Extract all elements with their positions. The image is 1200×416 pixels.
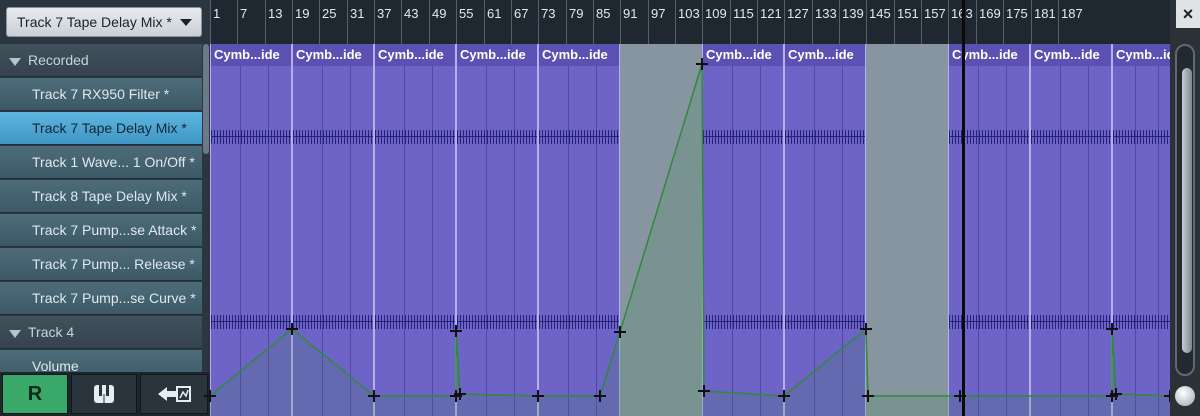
vertical-scrollbar[interactable]	[1175, 44, 1195, 376]
automation-point[interactable]	[1106, 323, 1118, 335]
ruler-label: 25	[322, 6, 337, 21]
timeline-ruler[interactable]: 1 7 13 19 25 31 37 43 49 55 61 67 73 79 85 91 97 103 109 11…	[210, 0, 1176, 44]
automation-lane-item[interactable]: Track 8 Tape Delay Mix *	[0, 180, 202, 213]
automation-lane-item[interactable]: Track 7 Pump...se Attack *	[0, 214, 202, 247]
ruler-label: 97	[651, 6, 666, 21]
track-selector-dropdown[interactable]: Track 7 Tape Delay Mix *	[6, 7, 202, 37]
automation-lane-label: Track 1 Wave... 1 On/Off *	[32, 154, 195, 170]
automation-track-sidebar: Track 7 Tape Delay Mix * Recorded Track …	[0, 0, 210, 416]
ruler-label: 85	[596, 6, 611, 21]
list-header-track-4[interactable]: Track 4	[0, 316, 202, 349]
ruler-label: 49	[432, 6, 447, 21]
ruler-label: 181	[1034, 6, 1056, 21]
ruler-label: 79	[569, 6, 584, 21]
automation-lane-item-selected[interactable]: Track 7 Tape Delay Mix *	[0, 112, 202, 145]
ruler-label: 43	[404, 6, 419, 21]
ruler-label: 109	[705, 6, 727, 21]
zoom-knob[interactable]	[1175, 386, 1195, 406]
chevron-down-icon	[180, 19, 192, 26]
collapse-triangle-icon[interactable]	[9, 58, 21, 66]
list-header-recorded[interactable]: Recorded	[0, 44, 202, 77]
record-button-label: R	[27, 382, 43, 405]
ruler-label: 19	[295, 6, 310, 21]
ruler-label: 67	[514, 6, 529, 21]
ruler-label: 55	[459, 6, 474, 21]
ruler-label: 73	[541, 6, 556, 21]
sidebar-scrollbar[interactable]	[203, 44, 209, 154]
ruler-label: 37	[377, 6, 392, 21]
ruler-label: 31	[350, 6, 365, 21]
ruler-label: 169	[979, 6, 1001, 21]
close-icon[interactable]: ×	[1176, 0, 1200, 28]
route-arrow-icon	[158, 386, 191, 402]
playhead-cursor[interactable]	[962, 0, 965, 416]
bottom-toolbar: R	[0, 372, 210, 416]
ruler-label: 163	[948, 6, 973, 21]
ruler-label: 175	[1006, 6, 1028, 21]
record-button[interactable]: R	[2, 374, 68, 414]
ruler-label: 103	[678, 6, 700, 21]
ruler-label: 151	[897, 6, 919, 21]
automation-lane-label: Track 7 RX950 Filter *	[32, 86, 170, 102]
ruler-label: 145	[869, 6, 891, 21]
automation-lane-label: Track 8 Tape Delay Mix *	[32, 188, 187, 204]
automation-lane-item[interactable]: Track 7 Pump... Release *	[0, 248, 202, 281]
ruler-label: 115	[733, 6, 754, 21]
piano-keys-icon	[94, 385, 114, 403]
route-button[interactable]	[140, 374, 208, 414]
ruler-label: 61	[487, 6, 502, 21]
ruler-label: 7	[240, 6, 248, 21]
track-selector-label: Track 7 Tape Delay Mix *	[17, 14, 172, 30]
automation-lane-label: Track 7 Pump...se Attack *	[32, 222, 197, 238]
ruler-label: 91	[623, 6, 638, 21]
automation-lane-label: Track 7 Pump...se Curve *	[32, 290, 196, 306]
automation-lane-item[interactable]: Track 7 Pump...se Curve *	[0, 282, 202, 315]
ruler-label: 127	[787, 6, 809, 21]
ruler-label: 139	[842, 6, 864, 21]
automation-lane-item[interactable]: Track 1 Wave... 1 On/Off *	[0, 146, 202, 179]
ruler-label: 157	[924, 6, 946, 21]
automation-lane-item[interactable]: Track 7 RX950 Filter *	[0, 78, 202, 111]
automation-point[interactable]	[450, 325, 462, 337]
scrollbar-thumb[interactable]	[1182, 68, 1192, 353]
ruler-label: 121	[760, 6, 782, 21]
keyboard-button[interactable]	[71, 374, 137, 414]
envelope-fill	[210, 64, 1170, 416]
ruler-label: 1	[213, 6, 221, 21]
automation-point[interactable]	[696, 58, 708, 70]
automation-lane-label: Track 7 Pump... Release *	[32, 256, 195, 272]
ruler-label: 187	[1061, 6, 1083, 21]
list-header-label: Track 4	[28, 324, 75, 340]
automation-envelope[interactable]	[204, 44, 1176, 416]
automation-lane-label: Track 7 Tape Delay Mix *	[32, 120, 187, 136]
collapse-triangle-icon[interactable]	[9, 330, 21, 338]
ruler-label: 13	[268, 6, 283, 21]
ruler-label: 133	[815, 6, 837, 21]
list-header-label: Recorded	[28, 52, 89, 68]
